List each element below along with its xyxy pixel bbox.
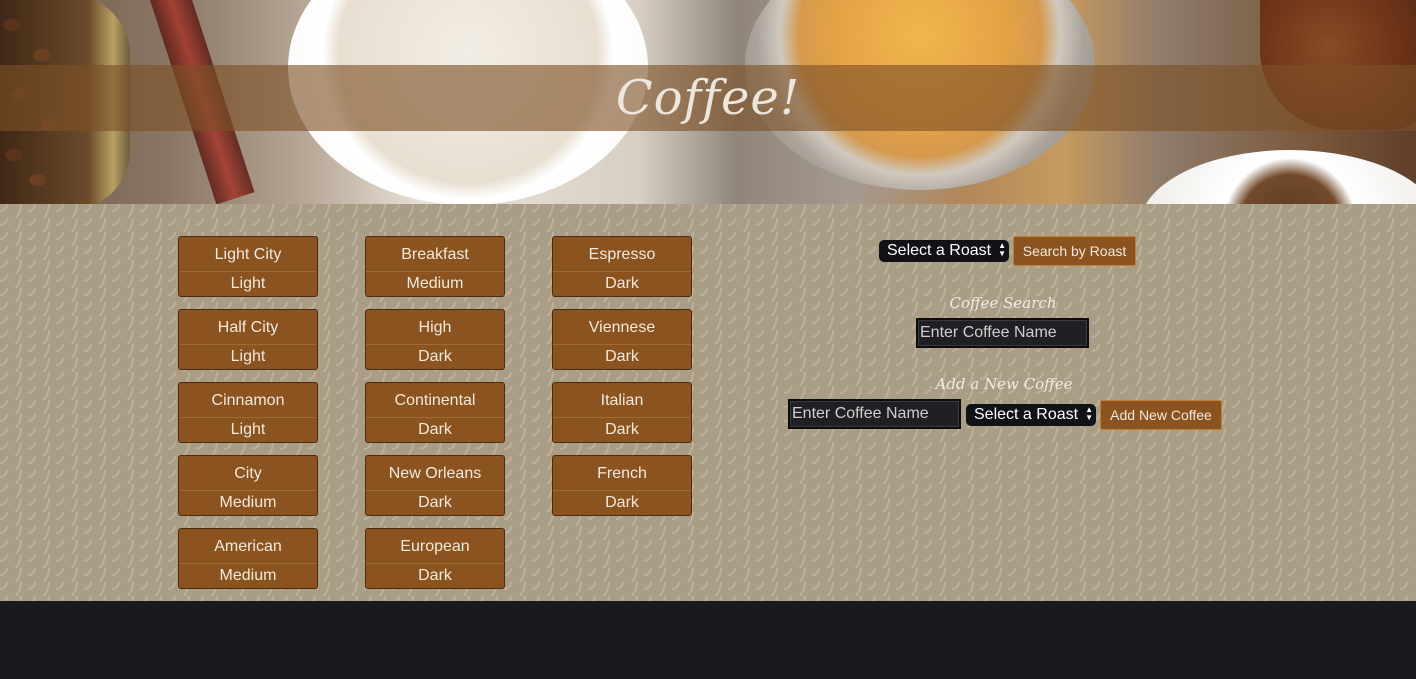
coffee-card: Espresso Dark (552, 236, 692, 297)
coffee-card: European Dark (365, 528, 505, 589)
coffee-roast: Dark (418, 421, 452, 438)
coffee-roast: Dark (605, 275, 639, 292)
roast-filter-select[interactable]: Select a Roast ▲ ▼ (879, 240, 1009, 262)
coffee-roast: Medium (219, 567, 277, 584)
coffee-card: Light City Light (178, 236, 318, 297)
coffee-name: Breakfast (366, 237, 504, 272)
coffee-roast: Medium (406, 275, 464, 292)
coffee-card: American Medium (178, 528, 318, 589)
coffee-name: City (179, 456, 317, 491)
search-by-roast-button[interactable]: Search by Roast (1013, 236, 1136, 266)
espresso-cup-image (1140, 150, 1416, 204)
main-content: Light City Light Breakfast Medium Espresso Da… (0, 204, 1416, 601)
add-coffee-heading: Add a New Coffee (935, 375, 1073, 393)
coffee-card: Breakfast Medium (365, 236, 505, 297)
new-coffee-roast-select[interactable]: Select a Roast ▲ ▼ (966, 404, 1096, 426)
coffee-name: French (553, 456, 691, 491)
title-band: Coffee! (0, 65, 1416, 131)
select-arrows-icon: ▲ ▼ (998, 241, 1006, 258)
coffee-roast: Medium (219, 494, 277, 511)
coffee-roast: Dark (418, 567, 452, 584)
coffee-name: New Orleans (366, 456, 504, 491)
coffee-name: Cinnamon (179, 383, 317, 418)
coffee-search-input[interactable]: Enter Coffee Name (916, 318, 1089, 348)
roast-filter-select-value: Select a Roast (887, 242, 992, 259)
coffee-card: New Orleans Dark (365, 455, 505, 516)
coffee-roast: Light (230, 421, 266, 438)
coffee-name: Continental (366, 383, 504, 418)
coffee-card: Continental Dark (365, 382, 505, 443)
coffee-name: Half City (179, 310, 317, 345)
coffee-roast: Dark (605, 348, 639, 365)
coffee-name: Italian (553, 383, 691, 418)
add-new-coffee-button[interactable]: Add New Coffee (1100, 400, 1222, 430)
hero-banner: Coffee! (0, 0, 1416, 204)
coffee-name: Espresso (553, 237, 691, 272)
page-footer (0, 601, 1416, 679)
coffee-card: Viennese Dark (552, 309, 692, 370)
coffee-name: Viennese (553, 310, 691, 345)
coffee-roast: Dark (605, 494, 639, 511)
coffee-card: Italian Dark (552, 382, 692, 443)
select-arrows-icon: ▲ ▼ (1085, 405, 1093, 422)
coffee-card: City Medium (178, 455, 318, 516)
coffee-roast: Dark (418, 494, 452, 511)
new-coffee-name-input[interactable]: Enter Coffee Name (788, 399, 961, 429)
coffee-card: French Dark (552, 455, 692, 516)
coffee-card: Cinnamon Light (178, 382, 318, 443)
page-title: Coffee! (615, 70, 801, 126)
coffee-name: Light City (179, 237, 317, 272)
coffee-card: Half City Light (178, 309, 318, 370)
coffee-card: High Dark (365, 309, 505, 370)
coffee-roast: Dark (418, 348, 452, 365)
coffee-search-heading: Coffee Search (949, 294, 1057, 312)
coffee-name: High (366, 310, 504, 345)
coffee-roast: Light (230, 275, 266, 292)
new-coffee-roast-select-value: Select a Roast (974, 406, 1079, 423)
coffee-name: European (366, 529, 504, 564)
coffee-roast: Dark (605, 421, 639, 438)
coffee-roast: Light (230, 348, 266, 365)
coffee-name: American (179, 529, 317, 564)
